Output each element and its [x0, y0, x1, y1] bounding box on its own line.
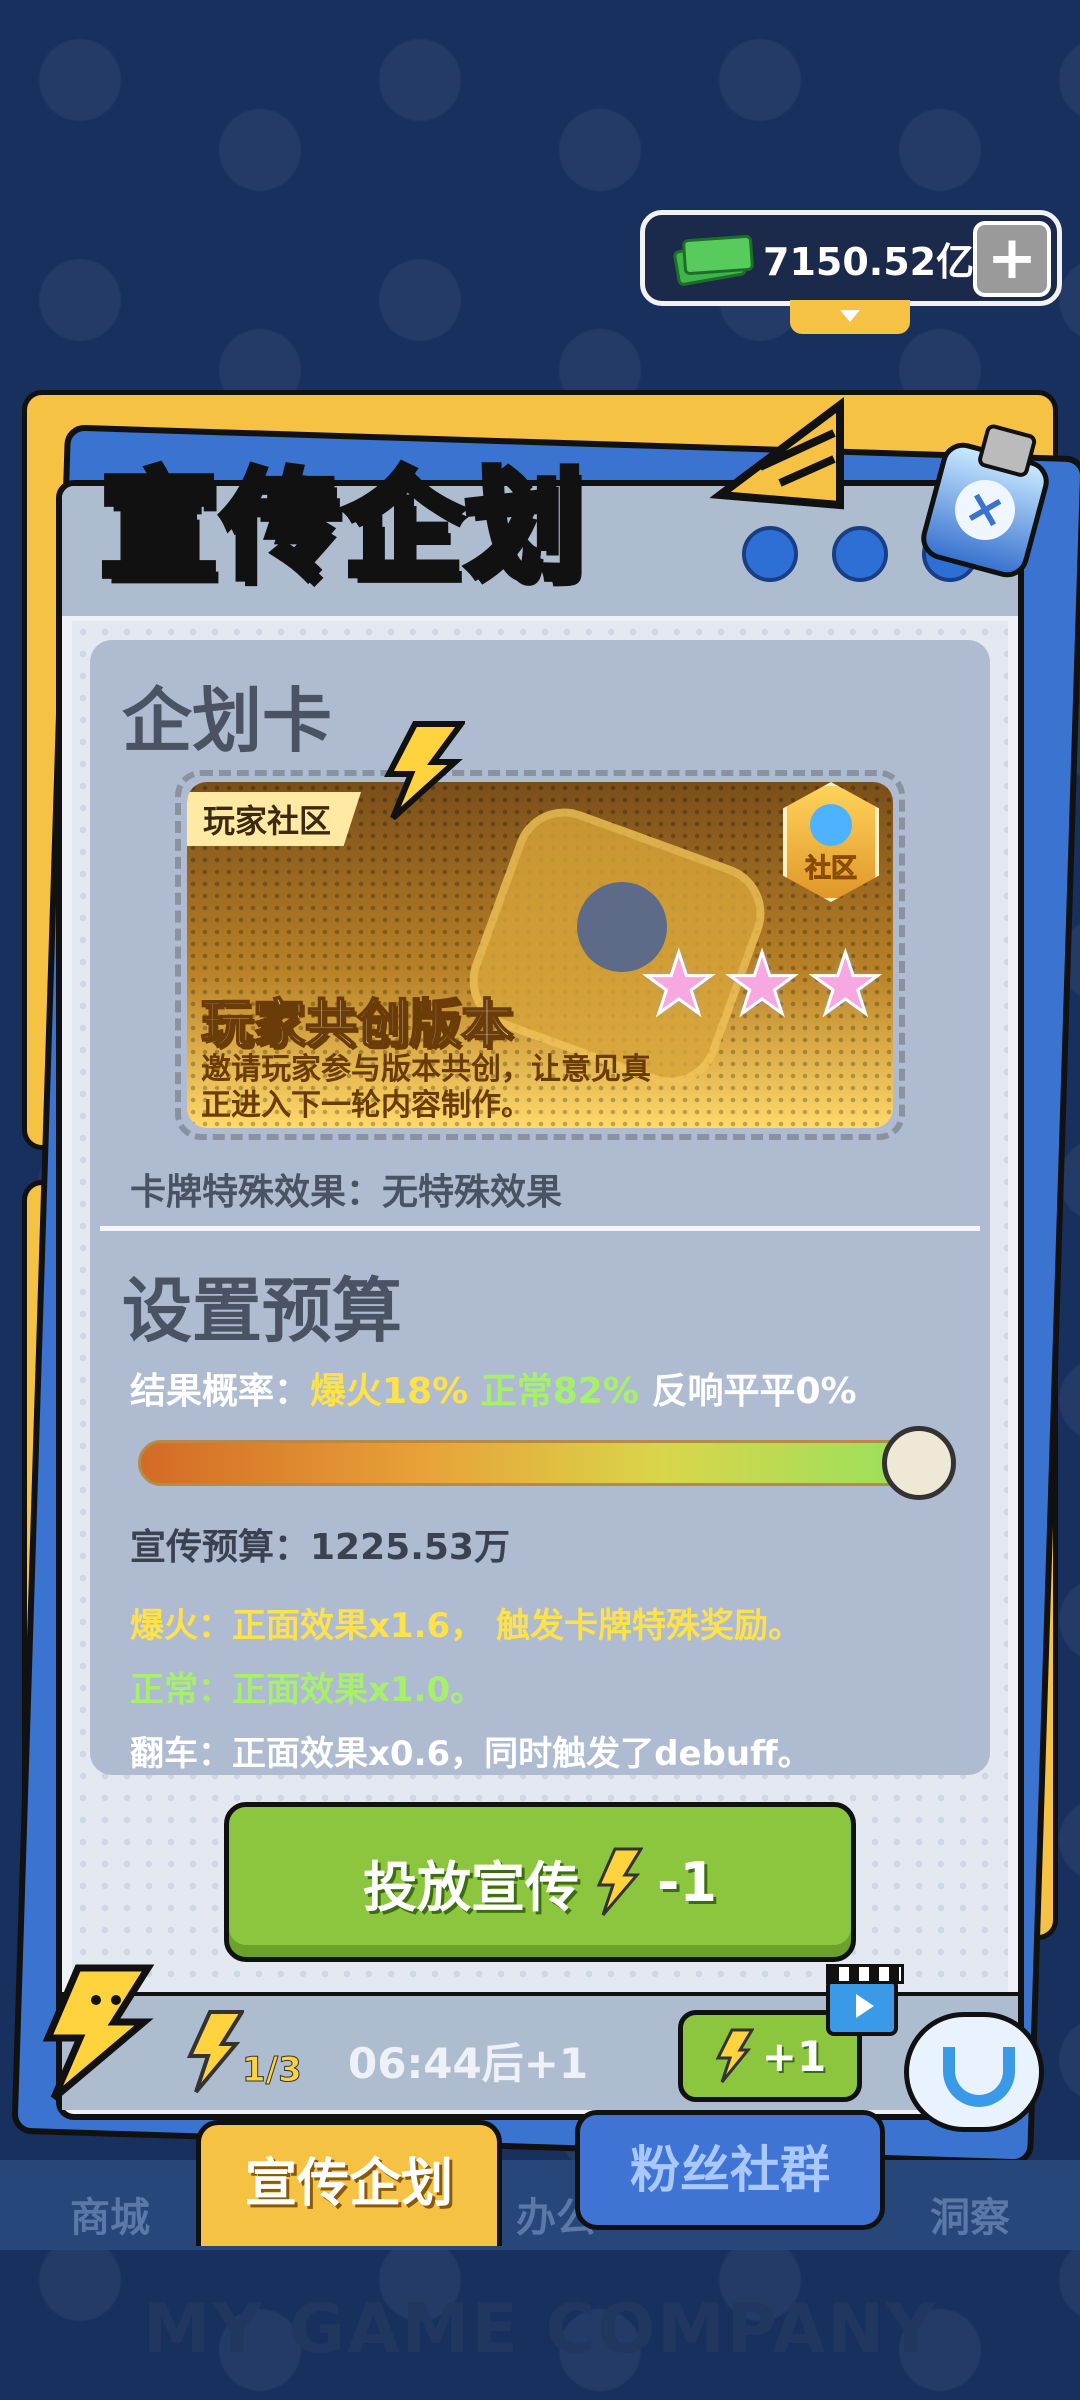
card-section-heading: 企划卡 — [122, 680, 332, 762]
energy-timer: 06:44后+1 — [348, 2039, 589, 2088]
close-icon: × — [948, 473, 1022, 547]
budget-section-heading: 设置预算 — [122, 1270, 402, 1352]
currency-amount: 7150.52亿 — [763, 239, 975, 284]
star-icon: ★ — [640, 935, 718, 1033]
budget-amount: 宣传预算：1225.53万 — [130, 1527, 510, 1568]
video-ad-icon[interactable] — [826, 1964, 904, 2036]
launch-promotion-label: 投放宣传 — [363, 1855, 579, 1919]
probability-label: 结果概率： — [130, 1371, 311, 1412]
budget-slider-handle[interactable] — [882, 1426, 956, 1500]
panel-title: 宣传企划 — [96, 454, 589, 599]
flag-icon — [710, 397, 844, 510]
plan-card[interactable]: 玩家社区 社区 ★ ★ ★ 玩家共创版本 邀请玩家参与版本共创，让意见真正进入下… — [175, 770, 905, 1140]
star-icon: ★ — [806, 935, 884, 1033]
bolt-mascot-icon — [42, 1964, 155, 2101]
add-currency-button[interactable]: + — [973, 221, 1051, 297]
community-badge: 社区 — [783, 782, 879, 902]
money-icon — [672, 233, 755, 287]
probability-normal: 正常82% — [480, 1371, 639, 1412]
star-icon: ★ — [723, 935, 801, 1033]
probability-hot: 爆火18% — [310, 1371, 469, 1412]
header-dot — [742, 526, 798, 582]
budget-slider-track[interactable] — [138, 1440, 948, 1486]
currency-display: 7150.52亿 + — [640, 210, 1062, 306]
nav-promotion-tab-active[interactable]: 宣传企划 — [196, 2120, 502, 2246]
probability-flat: 反响平平0% — [651, 1371, 857, 1412]
refill-label: +1 — [761, 2031, 827, 2081]
nav-shop[interactable]: 商城 — [70, 2185, 150, 2243]
rule-hot: 爆火：正面效果x1.6， 触发卡牌特殊奖励。 — [130, 1606, 802, 1646]
nav-fans-community[interactable]: 粉丝社群 — [575, 2110, 885, 2230]
result-probability: 结果概率：爆火18% 正常82% 反响平平0% — [130, 1362, 857, 1414]
badge-label: 社区 — [804, 854, 857, 885]
nav-insight[interactable]: 洞察 — [930, 2185, 1010, 2243]
card-category-tag: 玩家社区 — [187, 792, 362, 846]
card-stars: ★ ★ ★ — [640, 935, 885, 1033]
card-title: 玩家共创版本 — [200, 994, 514, 1056]
rule-flop: 翻车：正面效果x0.6，同时触发了debuff。 — [130, 1734, 812, 1774]
bolt-sticker-icon — [384, 721, 465, 820]
section-divider — [100, 1226, 980, 1231]
magnet-icon[interactable] — [904, 2012, 1044, 2132]
user-icon — [810, 804, 852, 846]
launch-promotion-button[interactable]: 投放宣传 -1 — [224, 1802, 856, 1962]
card-description: 邀请玩家参与版本共创，让意见真正进入下一轮内容制作。 — [201, 1052, 651, 1123]
rule-normal: 正常：正面效果x1.0。 — [130, 1670, 485, 1710]
brand-logo-text: MY GAME COMPANY — [142, 2290, 938, 2369]
energy-bolt-icon — [715, 2028, 754, 2083]
currency-dropdown-tab[interactable] — [790, 300, 910, 334]
card-special-effect: 卡牌特殊效果：无特殊效果 — [130, 1172, 563, 1213]
energy-bolt-icon — [596, 1847, 643, 1916]
header-dot — [832, 526, 888, 582]
plan-card-face: 玩家社区 社区 ★ ★ ★ 玩家共创版本 邀请玩家参与版本共创，让意见真正进入下… — [187, 782, 893, 1128]
energy-count: 1/3 — [242, 2050, 303, 2091]
launch-cost: -1 — [657, 1850, 717, 1914]
energy-icon — [186, 2010, 244, 2094]
